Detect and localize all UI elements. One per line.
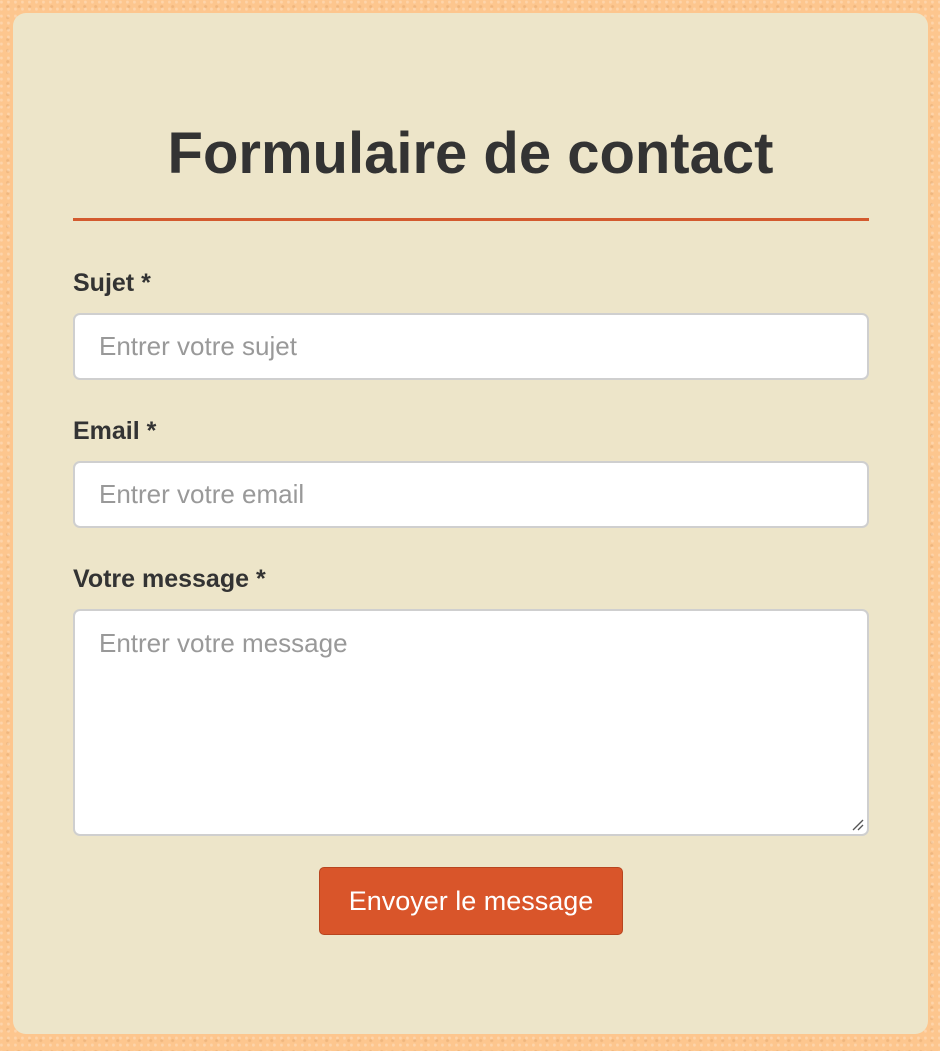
subject-input[interactable]: [73, 313, 869, 380]
title-divider: [73, 218, 869, 221]
resize-grip-icon[interactable]: [852, 819, 864, 831]
email-input[interactable]: [73, 461, 869, 528]
send-message-button[interactable]: Envoyer le message: [319, 867, 623, 935]
message-textarea[interactable]: [73, 609, 869, 836]
subject-label: Sujet *: [73, 269, 151, 297]
form-title: Formulaire de contact: [167, 121, 774, 186]
email-label: Email *: [73, 417, 157, 445]
contact-form-card: Formulaire de contact Sujet * Email * Vo…: [13, 13, 928, 1034]
message-field-wrapper: [73, 609, 869, 836]
message-label: Votre message *: [73, 565, 266, 593]
